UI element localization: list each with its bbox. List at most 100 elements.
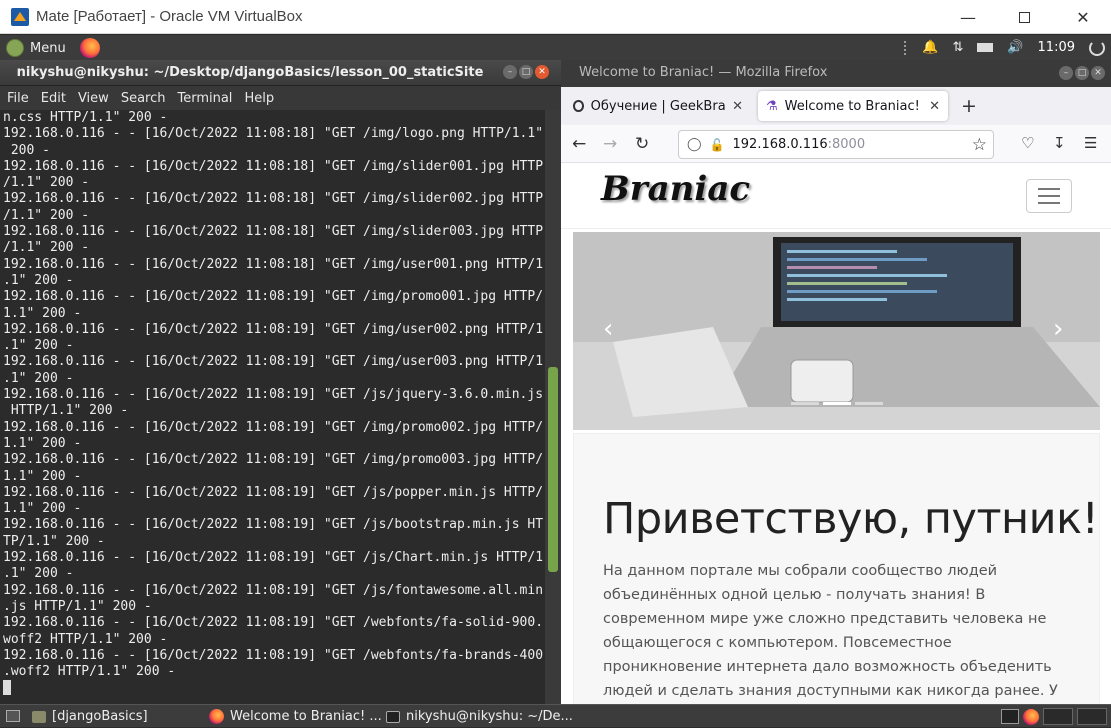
terminal-line: 192.168.0.116 - - [16/Oct/2022 11:08:19]… <box>3 615 544 631</box>
window-title: Mate [Работает] - Oracle VM VirtualBox <box>36 8 303 25</box>
firefox-workspace-icon[interactable] <box>1023 708 1039 725</box>
welcome-jumbotron: Приветствую, путник! На данном портале м… <box>573 433 1100 704</box>
firefox-titlebar[interactable]: Welcome to Braniac! — Mozilla Firefox – … <box>561 60 1111 87</box>
workspace-2[interactable] <box>1043 708 1073 725</box>
terminal-workspace-icon[interactable] <box>1001 709 1019 724</box>
insecure-lock-icon[interactable]: 🔓 <box>710 138 725 152</box>
tab-close-icon[interactable]: ✕ <box>732 99 743 114</box>
carousel-indicators <box>791 402 883 405</box>
terminal-line: 192.168.0.116 - - [16/Oct/2022 11:08:19]… <box>3 354 544 370</box>
terminal-cursor <box>3 680 11 696</box>
terminal-scroll-thumb[interactable] <box>548 367 558 572</box>
firefox-minimize-button[interactable]: – <box>1059 66 1073 80</box>
url-port: :8000 <box>827 137 866 152</box>
tab-label: Обучение | GeekBrains - <box>590 98 726 114</box>
firefox-maximize-button[interactable]: □ <box>1075 66 1089 80</box>
terminal-minimize-button[interactable]: – <box>503 65 517 79</box>
carousel-prev-button[interactable]: ‹ <box>603 314 613 344</box>
menu-edit[interactable]: Edit <box>41 91 66 106</box>
vbox-titlebar: Mate [Работает] - Oracle VM VirtualBox —… <box>0 0 1111 34</box>
terminal-line: 192.168.0.116 - - [16/Oct/2022 11:08:19]… <box>3 387 544 403</box>
terminal-scrollbar[interactable] <box>545 110 561 704</box>
volume-icon[interactable]: 🔊 <box>1007 40 1023 55</box>
terminal-line: 192.168.0.116 - - [16/Oct/2022 11:08:19]… <box>3 647 544 663</box>
tab-braniac[interactable]: ⚗ Welcome to Braniac! ✕ <box>758 91 948 121</box>
terminal-line: TP/1.1" 200 - <box>3 533 105 549</box>
tab-close-icon[interactable]: ✕ <box>929 99 940 114</box>
task-firefox[interactable]: Welcome to Braniac! ... <box>203 707 388 726</box>
terminal-line: .1" 200 - <box>3 272 74 288</box>
minimize-button[interactable]: — <box>940 0 996 34</box>
terminal-line: /1.1" 200 - <box>3 240 90 256</box>
terminal-line: HTTP/1.1" 200 - <box>3 403 129 419</box>
terminal-line: .1" 200 - <box>3 370 74 386</box>
terminal-icon <box>386 710 400 723</box>
terminal-line: /1.1" 200 - <box>3 207 90 223</box>
firefox-close-button[interactable]: ✕ <box>1091 66 1105 80</box>
terminal-line: 192.168.0.116 - - [16/Oct/2022 11:08:19]… <box>3 289 544 305</box>
tab-bar: Обучение | GeekBrains - ✕ ⚗ Welcome to B… <box>561 87 1111 125</box>
terminal-line: 1.1" 200 - <box>3 435 82 451</box>
terminal-close-button[interactable]: ✕ <box>535 65 549 79</box>
url-host: 192.168.0.116 <box>732 137 828 152</box>
close-button[interactable]: ✕ <box>1055 0 1111 34</box>
new-tab-button[interactable]: + <box>961 95 977 117</box>
welcome-paragraph: На данном портале мы собрали сообщество … <box>603 563 1058 699</box>
carousel-indicator[interactable] <box>791 402 819 405</box>
tab-geekbrains[interactable]: Обучение | GeekBrains - ✕ <box>565 91 751 121</box>
show-desktop-icon[interactable] <box>6 710 20 722</box>
terminal-line: .1" 200 - <box>3 338 74 354</box>
task-file-manager[interactable]: [djangoBasics] <box>26 707 154 726</box>
terminal-titlebar[interactable]: nikyshu@nikyshu: ~/Desktop/djangoBasics/… <box>0 60 561 86</box>
virtualbox-logo-icon <box>11 8 29 26</box>
carousel-indicator[interactable] <box>855 402 883 405</box>
flask-favicon-icon: ⚗ <box>766 98 778 114</box>
workspace-3[interactable] <box>1077 708 1107 725</box>
mate-menu-button[interactable]: Menu <box>6 38 100 58</box>
tab-label: Welcome to Braniac! <box>784 98 920 114</box>
forward-button[interactable]: → <box>603 134 617 154</box>
shield-icon[interactable]: ◯ <box>687 137 702 152</box>
terminal-line: .js HTTP/1.1" 200 - <box>3 598 152 614</box>
menu-file[interactable]: File <box>7 91 29 106</box>
terminal-cursor-line <box>3 680 545 697</box>
menu-label: Menu <box>30 40 66 56</box>
bottom-taskbar: [djangoBasics] Welcome to Braniac! ... n… <box>0 704 1111 727</box>
reload-button[interactable]: ↻ <box>635 134 649 154</box>
menu-search[interactable]: Search <box>121 91 166 106</box>
terminal-line: 192.168.0.116 - - [16/Oct/2022 11:08:18]… <box>3 191 544 207</box>
pocket-icon[interactable]: ♡ <box>1021 134 1034 152</box>
clock[interactable]: 11:09 <box>1038 40 1075 55</box>
system-tray: 🔔 ⇅ 🔊 11:09 <box>904 35 1111 60</box>
firefox-launcher-icon[interactable] <box>79 38 100 58</box>
firefox-window: Welcome to Braniac! — Mozilla Firefox – … <box>561 60 1111 704</box>
menu-help[interactable]: Help <box>244 91 274 106</box>
terminal-window: nikyshu@nikyshu: ~/Desktop/djangoBasics/… <box>0 60 561 704</box>
terminal-maximize-button[interactable]: □ <box>519 65 533 79</box>
network-icon[interactable]: ⇅ <box>952 40 963 55</box>
carousel-next-button[interactable]: › <box>1053 314 1063 344</box>
terminal-line: 192.168.0.116 - - [16/Oct/2022 11:08:18]… <box>3 256 544 272</box>
url-bar[interactable]: ◯ 🔓 192.168.0.116:8000 ☆ <box>678 130 994 159</box>
task-terminal[interactable]: nikyshu@nikyshu: ~/De... <box>380 707 579 726</box>
terminal-line: n.css HTTP/1.1" 200 - <box>3 110 168 125</box>
back-button[interactable]: ← <box>572 134 586 154</box>
maximize-button[interactable] <box>996 0 1052 34</box>
terminal-line: 1.1" 200 - <box>3 305 82 321</box>
carousel-indicator[interactable] <box>823 402 851 405</box>
menu-terminal[interactable]: Terminal <box>177 91 232 106</box>
terminal-line: 192.168.0.116 - - [16/Oct/2022 11:08:18]… <box>3 224 544 240</box>
navbar-toggler-button[interactable] <box>1026 179 1072 213</box>
downloads-icon[interactable]: ↧ <box>1053 134 1066 152</box>
menu-view[interactable]: View <box>78 91 109 106</box>
bookmark-star-icon[interactable]: ☆ <box>972 135 987 155</box>
site-logo[interactable]: Braniac <box>601 169 750 209</box>
mate-logo-icon <box>6 39 24 57</box>
power-icon[interactable] <box>1089 39 1105 56</box>
bell-icon[interactable]: 🔔 <box>922 40 938 55</box>
guest-top-panel: Menu 🔔 ⇅ 🔊 11:09 <box>0 35 1111 60</box>
terminal-line: /1.1" 200 - <box>3 175 90 191</box>
terminal-output[interactable]: n.css HTTP/1.1" 200 - 192.168.0.116 - - [… <box>0 110 545 704</box>
battery-icon[interactable] <box>977 43 994 52</box>
hamburger-menu-icon[interactable]: ☰ <box>1084 134 1097 152</box>
